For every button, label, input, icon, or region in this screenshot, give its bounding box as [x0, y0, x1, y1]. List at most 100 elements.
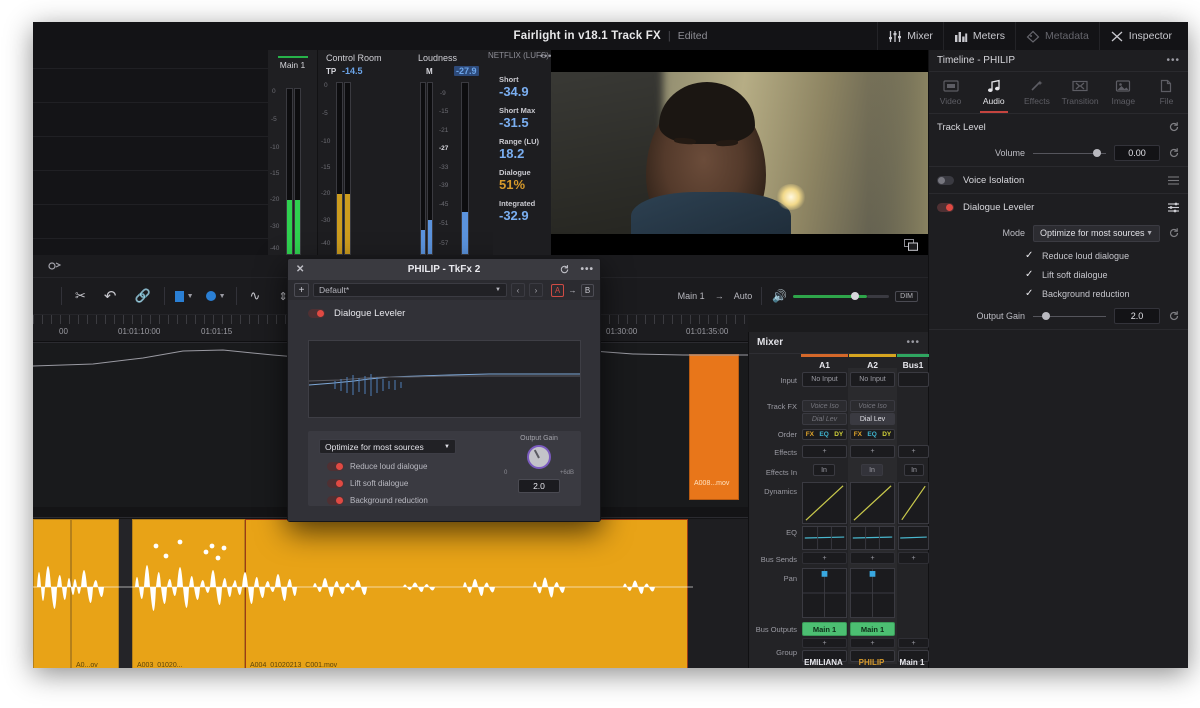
auto-label[interactable]: Auto	[729, 291, 758, 301]
link-icon[interactable]: 🔗	[125, 288, 159, 304]
voice-isolation-settings-icon[interactable]	[1167, 175, 1180, 186]
marker-dropdown[interactable]: ▼	[200, 291, 232, 301]
mixer-a1-effects[interactable]: +	[802, 445, 847, 458]
mixer-bus1-effects[interactable]: +	[898, 445, 929, 458]
dialogue-leveler-toggle[interactable]	[937, 202, 954, 212]
volume-slider-toolbar[interactable]	[793, 292, 868, 300]
mixer-a1-input[interactable]: No Input	[802, 372, 847, 387]
waveform-icon[interactable]: ∿	[241, 288, 270, 304]
fx-toggle-reduce-loud[interactable]: Reduce loud dialogue	[327, 462, 427, 471]
mixer-a2-order[interactable]: FX EQ DY	[850, 429, 895, 440]
fx-effect-header[interactable]: Dialogue Leveler	[308, 308, 405, 319]
volume-reset-icon[interactable]	[1168, 147, 1180, 159]
mixer-a2-bus-sends[interactable]: +	[850, 552, 895, 564]
mixer-a2-effects-in[interactable]: In	[861, 464, 883, 476]
fx-output-gain-knob[interactable]	[527, 445, 551, 469]
mixer-bus1-input[interactable]	[898, 372, 929, 387]
mixer-toolbar-button[interactable]: Mixer	[877, 22, 943, 50]
inspector-more-icon[interactable]: •••	[1166, 55, 1180, 66]
fx-add-preset-button[interactable]: +	[294, 283, 309, 297]
viewer-fullscreen-icon[interactable]	[904, 239, 918, 251]
mixer-a1-bus-output-add[interactable]: +	[802, 638, 847, 648]
mixer-bus1-effects-in[interactable]: In	[904, 464, 924, 476]
close-icon[interactable]: ✕	[296, 264, 304, 275]
fx-mode-select[interactable]: Optimize for most sources ▼	[319, 439, 456, 454]
fx-ab-arrow[interactable]: →	[566, 284, 579, 297]
mixer-more-icon[interactable]: •••	[906, 337, 920, 348]
metadata-toolbar-button[interactable]: Metadata	[1015, 22, 1099, 50]
flag-dropdown[interactable]: ▼	[169, 290, 200, 302]
mixer-a1-bus-sends[interactable]: +	[802, 552, 847, 564]
mixer-a2-dynamics[interactable]	[850, 482, 895, 524]
meters-toolbar-button[interactable]: Meters	[942, 22, 1015, 50]
inspector-toolbar-button[interactable]: Inspector	[1098, 22, 1182, 50]
monitor-output-label[interactable]: Main 1	[673, 291, 710, 301]
fx-output-gain-value[interactable]: 2.0	[518, 479, 560, 493]
dialogue-leveler-settings-icon[interactable]	[1167, 202, 1180, 213]
mixer-bus1-bus-sends[interactable]: +	[898, 552, 929, 564]
fx-toggle-background-reduction[interactable]: Background reduction	[327, 496, 428, 505]
dialogue-leveler-row[interactable]: Dialogue Leveler	[929, 194, 1188, 220]
mixer-a2-effects[interactable]: +	[850, 445, 895, 458]
timeline-view-options-icon[interactable]	[47, 259, 63, 273]
keyframe-markers[interactable]	[128, 538, 258, 578]
voice-isolation-row[interactable]: Voice Isolation	[929, 167, 1188, 193]
mixer-a2-trackfx-1[interactable]: Voice Iso	[850, 400, 895, 412]
fx-toggle-lift-soft[interactable]: Lift soft dialogue	[327, 479, 408, 488]
tab-audio[interactable]: Audio	[972, 72, 1015, 113]
tab-file[interactable]: File	[1145, 72, 1188, 113]
tab-video[interactable]: Video	[929, 72, 972, 113]
mixer-bus1-dynamics[interactable]	[898, 482, 929, 524]
fx-preset-select[interactable]: Default* ▼	[313, 283, 507, 297]
tab-transition[interactable]: Transition	[1059, 72, 1102, 113]
fx-effect-toggle[interactable]	[308, 309, 325, 318]
mode-select[interactable]: Optimize for most sources ▼	[1033, 224, 1160, 242]
output-gain-slider[interactable]	[1033, 312, 1106, 320]
volume-value[interactable]: 0.00	[1114, 145, 1160, 161]
output-gain-value[interactable]: 2.0	[1114, 308, 1160, 324]
mixer-a1-pan[interactable]	[802, 568, 847, 618]
mixer-a1-eq[interactable]	[802, 526, 847, 550]
mixer-a1-dynamics[interactable]	[802, 482, 847, 524]
tab-image[interactable]: Image	[1102, 72, 1145, 113]
mixer-bus1-eq[interactable]	[898, 526, 929, 550]
output-gain-slider-handle[interactable]	[1041, 312, 1050, 320]
fx-preset-prev[interactable]: ‹	[511, 283, 525, 297]
scissors-icon[interactable]: ✂	[66, 288, 95, 304]
fx-ab-b[interactable]: B	[581, 283, 594, 297]
reset-icon[interactable]	[559, 264, 570, 275]
fx-toggle-background-reduction-switch[interactable]	[327, 496, 344, 505]
mixer-a1-effects-in[interactable]: In	[813, 464, 835, 476]
loudness-more-icon[interactable]: •••	[540, 51, 552, 61]
tab-effects[interactable]: Effects	[1015, 72, 1058, 113]
mode-reset-icon[interactable]	[1168, 227, 1180, 239]
mixer-a2-pan[interactable]	[850, 568, 895, 618]
fx-ab-a[interactable]: A	[551, 283, 564, 297]
mixer-a2-input[interactable]: No Input	[850, 372, 895, 387]
mixer-a2-eq[interactable]	[850, 526, 895, 550]
checkbox-reduce-loud[interactable]: ✓ Reduce loud dialogue	[929, 246, 1188, 265]
trim-icon[interactable]: ↶	[95, 287, 126, 305]
checkbox-lift-soft[interactable]: ✓ Lift soft dialogue	[929, 265, 1188, 284]
mixer-a2-bus-output[interactable]: Main 1	[850, 622, 895, 636]
checkbox-background-reduction[interactable]: ✓ Background reduction	[929, 284, 1188, 303]
fx-preset-next[interactable]: ›	[529, 283, 543, 297]
dim-button[interactable]: DIM	[895, 290, 918, 302]
volume-slider-toolbar-handle[interactable]	[851, 292, 860, 300]
output-gain-reset-icon[interactable]	[1168, 310, 1180, 322]
mixer-a1-trackfx-2[interactable]: Dial Lev	[802, 413, 847, 425]
track-fx-dialog[interactable]: ✕ PHILIP - TkFx 2 ••• + Default* ▼ ‹ › A…	[287, 258, 601, 522]
mixer-a2-bus-output-add[interactable]: +	[850, 638, 895, 648]
fx-dialog-more-icon[interactable]: •••	[580, 264, 594, 275]
voice-isolation-toggle[interactable]	[937, 175, 954, 185]
speaker-icon[interactable]: 🔊	[766, 289, 793, 303]
track-level-reset-icon[interactable]	[1168, 121, 1180, 133]
volume-slider[interactable]	[1033, 149, 1106, 157]
fx-toggle-lift-soft-switch[interactable]	[327, 479, 344, 488]
mixer-a1-order[interactable]: FX EQ DY	[802, 429, 847, 440]
mixer-bus1-bus-output-add[interactable]: +	[898, 638, 929, 648]
mixer-a1-bus-output[interactable]: Main 1	[802, 622, 847, 636]
mixer-a1-trackfx-1[interactable]: Voice Iso	[802, 400, 847, 412]
mixer-a2-trackfx-2[interactable]: Dial Lev	[850, 413, 895, 425]
fx-toggle-reduce-loud-switch[interactable]	[327, 462, 344, 471]
